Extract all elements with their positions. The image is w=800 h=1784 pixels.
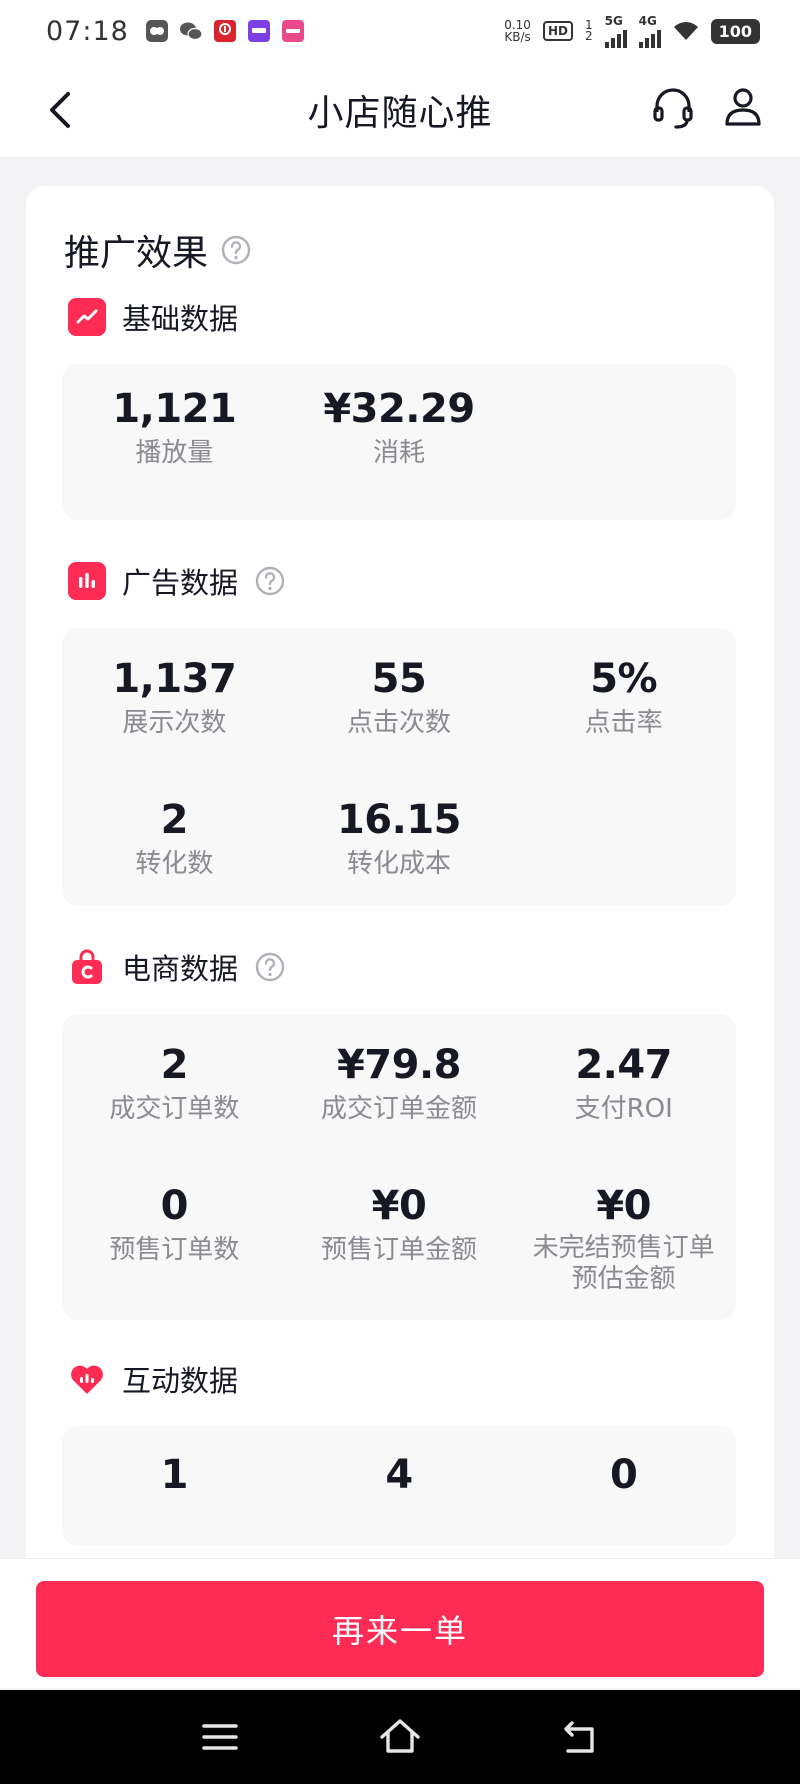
basic-stats: 1,121 播放量 ¥32.29 消耗 <box>62 364 736 520</box>
wechat-icon <box>179 22 203 41</box>
stat-clicks: 55 点击次数 <box>346 656 451 738</box>
stat-presale-orders: 0 预售订单数 <box>109 1183 240 1265</box>
stat-ctr: 5% 点击率 <box>584 656 663 738</box>
back-nav-icon[interactable] <box>558 1715 602 1759</box>
stat-interaction-2: 4 <box>385 1452 413 1498</box>
lalamove-app-icon <box>281 20 304 42</box>
status-indicators: 0.10 KB/s HD 1 2 5G 4G 100 <box>504 14 760 48</box>
status-bar: 07:18 0.10 KB/s HD 1 2 5G 4G 100 <box>0 0 800 62</box>
customer-service-icon[interactable] <box>650 86 696 132</box>
help-icon[interactable] <box>220 234 252 266</box>
page-title: 小店随心推 <box>307 92 493 134</box>
stat-conversion-cost: 16.15 转化成本 <box>336 797 462 879</box>
status-time: 07:18 <box>46 15 129 47</box>
stat-interaction-3: 0 <box>609 1452 638 1498</box>
network-speed: 0.10 KB/s <box>504 18 531 44</box>
help-icon[interactable] <box>254 951 286 983</box>
user-icon[interactable] <box>720 84 766 130</box>
stat-order-amount: ¥79.8 成交订单金额 <box>320 1042 477 1124</box>
back-icon[interactable] <box>40 88 84 132</box>
stat-conversions: 2 转化数 <box>135 797 214 879</box>
hd-badge: HD <box>542 21 573 41</box>
app-notification-icon <box>145 20 168 42</box>
stat-spend: ¥32.29 消耗 <box>323 386 475 468</box>
nav-bar: 小店随心推 <box>0 62 800 158</box>
stat-orders: 2 成交订单数 <box>109 1042 240 1124</box>
section-basic-data: 基础数据 <box>68 296 738 338</box>
bank-app-icon <box>213 20 236 42</box>
ad-stats: 1,137 展示次数 55 点击次数 5% 点击率 2 转化数 16.15 转化… <box>62 628 736 906</box>
notification-icons <box>145 19 305 43</box>
system-nav-bar <box>0 1690 800 1784</box>
section-interaction-data: 互动数据 <box>68 1358 738 1400</box>
battery-icon: 100 <box>710 18 760 44</box>
stat-payment-roi: 2.47 支付ROI <box>574 1042 673 1124</box>
card-title: 推广效果 <box>64 222 738 278</box>
signal-4g: 4G <box>638 14 661 48</box>
section-ad-data: 广告数据 <box>68 560 738 602</box>
stat-impressions: 1,137 展示次数 <box>112 656 237 738</box>
signal-bars-icon <box>638 28 661 48</box>
ecommerce-stats: 2 成交订单数 ¥79.8 成交订单金额 2.47 支付ROI 0 预售订单数 … <box>62 1014 736 1320</box>
home-icon[interactable] <box>378 1715 422 1759</box>
section-ecommerce-data: 电商数据 <box>68 946 738 988</box>
bar-chart-icon <box>68 562 106 600</box>
stat-plays: 1,121 播放量 <box>112 386 237 468</box>
stat-interaction-1: 1 <box>160 1452 189 1498</box>
trend-chart-icon <box>68 298 106 336</box>
order-again-button[interactable]: 再来一单 <box>36 1581 764 1677</box>
shopping-bag-icon <box>68 948 106 986</box>
stat-unfinished-presale-estimate: ¥0 未完结预售订单 预估金额 <box>532 1183 715 1294</box>
stat-presale-amount: ¥0 预售订单金额 <box>320 1183 477 1265</box>
wifi-icon <box>673 22 698 40</box>
signal-5g: 5G <box>604 14 627 48</box>
signal-bars-icon <box>604 28 627 48</box>
sim-indicators: 1 2 <box>584 18 593 43</box>
interaction-stats: 1 4 0 <box>62 1426 736 1546</box>
douyin-app-icon <box>247 20 270 42</box>
bottom-action-bar: 再来一单 <box>0 1558 800 1688</box>
promotion-effect-card: 推广效果 基础数据 1,121 播放量 ¥32.29 消耗 广告数据 1,137… <box>26 186 774 1586</box>
menu-icon[interactable] <box>198 1715 242 1759</box>
heart-icon <box>68 1360 106 1398</box>
help-icon[interactable] <box>254 565 286 597</box>
